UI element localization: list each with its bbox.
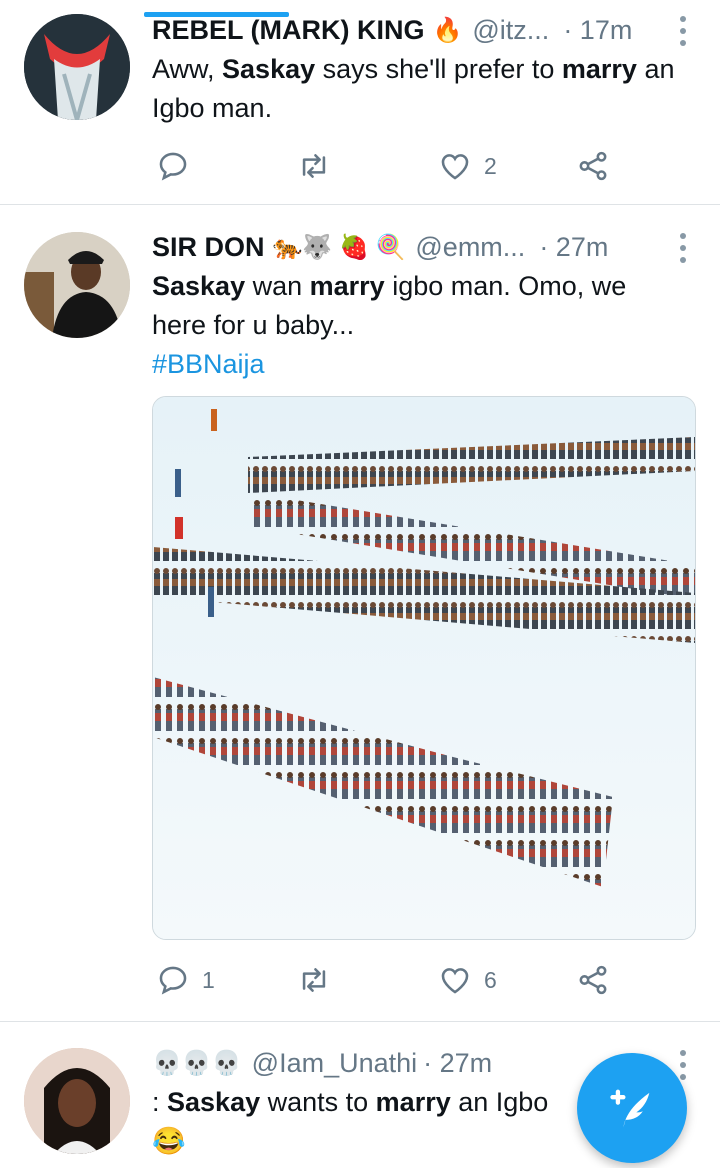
tweet-actions: 1 6 <box>152 960 622 1000</box>
reply-icon <box>159 152 187 181</box>
timestamp[interactable]: · 27m <box>423 1048 492 1079</box>
tweet-header: SIR DON 🐅🐺 🍓 🍭 @emm... · 27m <box>152 227 660 267</box>
handle[interactable]: @emm... <box>415 232 525 263</box>
reply-icon <box>159 966 187 995</box>
like-icon <box>441 968 469 994</box>
tweet-header: REBEL (MARK) KING 🔥 @itz... · 17m <box>152 10 660 50</box>
avatar[interactable] <box>24 232 130 338</box>
compose-tweet-button[interactable] <box>577 1053 687 1163</box>
timestamp[interactable]: · 27m <box>539 232 608 263</box>
like-button[interactable]: 6 <box>438 960 497 1000</box>
fire-emoji: 🔥 <box>432 16 463 44</box>
more-icon[interactable] <box>676 16 690 46</box>
tweet-text: Aww, Saskay says she'll prefer to marry … <box>152 54 675 123</box>
compose-icon <box>610 1089 650 1128</box>
avatar[interactable] <box>24 1048 130 1154</box>
reply-button[interactable]: 1 <box>156 960 215 1000</box>
retweet-button[interactable] <box>297 146 343 186</box>
reply-button[interactable] <box>156 146 202 186</box>
avatar[interactable] <box>24 14 130 120</box>
share-button[interactable] <box>576 960 610 1000</box>
tweet-1[interactable]: REBEL (MARK) KING 🔥 @itz... · 17m Aww, S… <box>0 0 720 205</box>
tweet-header: 💀💀💀 @Iam_Unathi · 27m <box>152 1043 660 1083</box>
tweet-photo[interactable] <box>152 396 696 940</box>
tweet-actions: 2 <box>152 146 622 186</box>
tweet-text: Saskay wan marry igbo man. Omo, we here … <box>152 271 627 379</box>
display-name[interactable]: SIR DON <box>152 232 265 263</box>
name-emojis: 🐅🐺 🍓 🍭 <box>272 233 406 261</box>
reply-count: 1 <box>202 966 215 993</box>
like-count: 6 <box>484 966 497 993</box>
like-button[interactable]: 2 <box>438 146 497 186</box>
display-name[interactable]: REBEL (MARK) KING <box>152 15 425 46</box>
retweet-icon <box>302 968 326 992</box>
more-icon[interactable] <box>676 1050 690 1080</box>
retweet-button[interactable] <box>297 960 343 1000</box>
handle[interactable]: @Iam_Unathi <box>252 1048 417 1079</box>
like-icon <box>441 154 469 180</box>
share-icon <box>579 151 607 181</box>
handle[interactable]: @itz... <box>472 15 549 46</box>
tweet-text: : Saskay wants to marry an Igbo <box>152 1087 549 1117</box>
hashtag-link[interactable]: #BBNaija <box>152 349 265 379</box>
like-count: 2 <box>484 152 497 179</box>
skull-emojis: 💀💀💀 <box>152 1049 242 1077</box>
share-icon <box>579 965 607 995</box>
timestamp[interactable]: · 17m <box>563 15 632 46</box>
more-icon[interactable] <box>676 233 690 263</box>
share-button[interactable] <box>576 146 610 186</box>
retweet-icon <box>302 154 326 178</box>
